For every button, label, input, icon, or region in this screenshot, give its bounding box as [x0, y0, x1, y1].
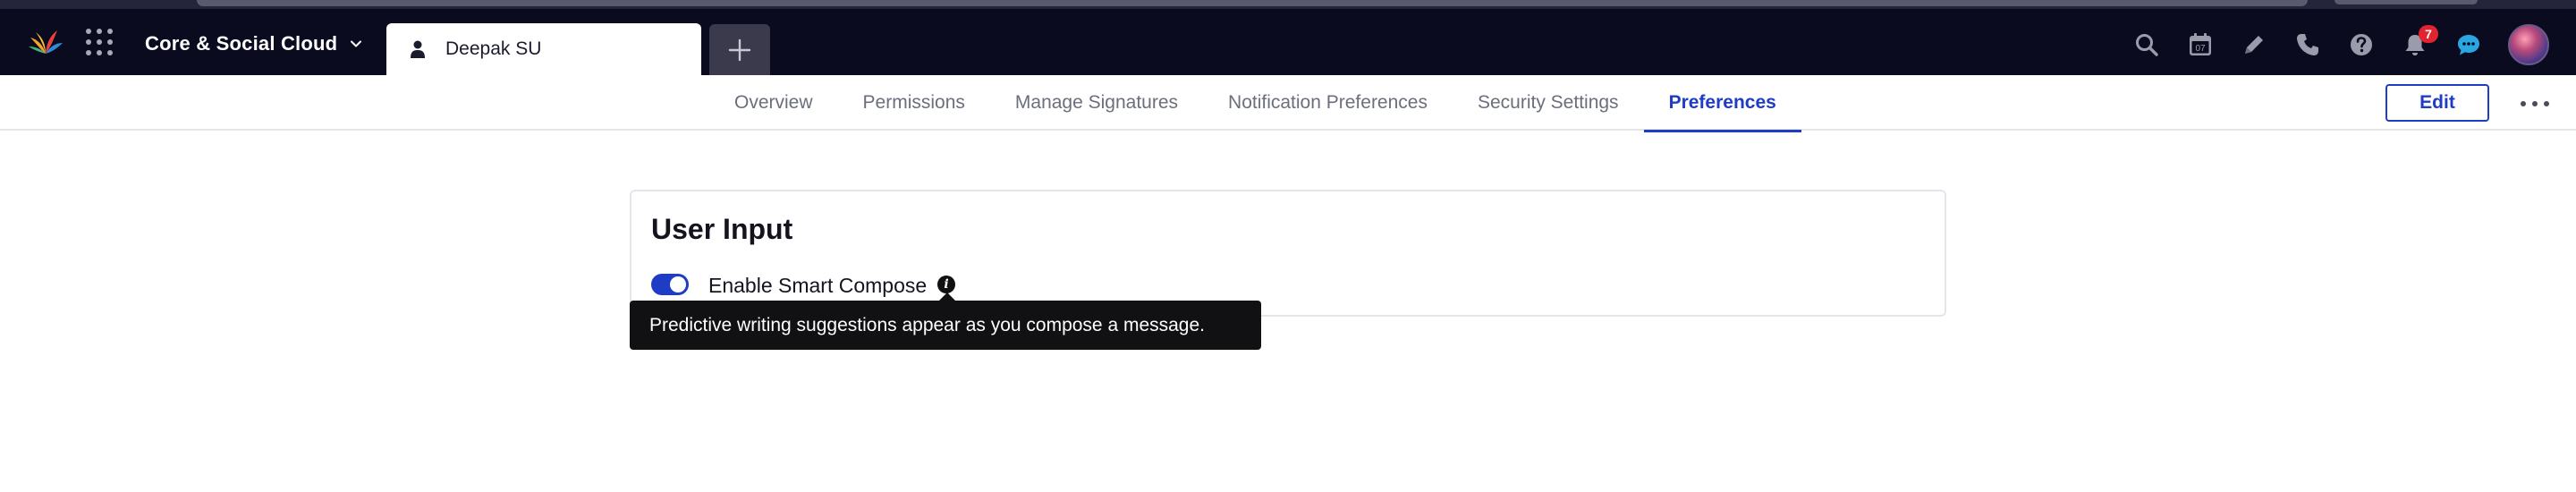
notification-badge: 7 — [2419, 25, 2438, 43]
tab-deepak-su[interactable]: Deepak SU — [386, 23, 701, 75]
profile-subnav: Overview Permissions Manage Signatures N… — [0, 75, 2576, 132]
tab-manage-signatures[interactable]: Manage Signatures — [990, 75, 1203, 131]
smart-compose-label: Enable Smart Compose — [708, 274, 928, 297]
tab-permissions[interactable]: Permissions — [838, 75, 990, 131]
compose-button[interactable] — [2227, 25, 2281, 64]
chevron-down-icon — [351, 40, 362, 47]
edit-button[interactable]: Edit — [2385, 84, 2489, 122]
user-avatar[interactable] — [2508, 24, 2549, 65]
notifications-button[interactable]: 7 — [2388, 25, 2442, 64]
section-title: User Input — [651, 213, 793, 245]
help-icon — [2351, 34, 2372, 55]
plus-icon — [728, 38, 751, 61]
svg-text:07: 07 — [2195, 44, 2206, 54]
pencil-icon — [2245, 36, 2263, 54]
tab-notification-preferences[interactable]: Notification Preferences — [1203, 75, 1453, 131]
app-launcher-icon[interactable] — [86, 29, 113, 55]
subnav-tabs: Overview Permissions Manage Signatures N… — [709, 75, 1802, 132]
tab-preferences[interactable]: Preferences — [1643, 75, 1802, 132]
user-input-card: User Input Enable Smart Compose i — [630, 190, 1946, 317]
info-icon[interactable]: i — [937, 276, 955, 293]
smart-compose-toggle[interactable] — [651, 274, 689, 295]
help-button[interactable] — [2334, 25, 2388, 64]
smart-compose-tooltip: Predictive writing suggestions appear as… — [630, 293, 1261, 350]
add-tab-button[interactable] — [709, 24, 770, 75]
workspace-label: Core & Social Cloud — [145, 32, 338, 55]
phone-icon — [2297, 34, 2318, 55]
chat-button[interactable] — [2442, 25, 2496, 64]
workspace-switcher[interactable]: Core & Social Cloud — [145, 30, 362, 57]
phone-button[interactable] — [2281, 25, 2334, 64]
browser-scroll-strip — [0, 0, 2576, 9]
tab-security-settings[interactable]: Security Settings — [1453, 75, 1644, 131]
tab-overview[interactable]: Overview — [709, 75, 838, 131]
scroll-thumb[interactable] — [197, 0, 2308, 6]
search-icon — [2136, 34, 2158, 56]
more-options-icon[interactable] — [2521, 95, 2549, 113]
scroll-thumb-secondary[interactable] — [2334, 0, 2478, 4]
calendar-icon: 07 — [2190, 33, 2211, 55]
tab-label: Deepak SU — [445, 38, 542, 59]
calendar-button[interactable]: 07 — [2174, 25, 2227, 64]
brand-logo-icon[interactable] — [27, 27, 64, 57]
search-button[interactable] — [2120, 25, 2174, 64]
chat-icon — [2458, 35, 2479, 55]
tooltip-arrow — [939, 293, 955, 301]
person-icon — [411, 40, 425, 58]
top-bar: Core & Social Cloud Deepak SU 07 7 — [0, 0, 2576, 75]
header-actions: 07 7 — [2120, 24, 2549, 65]
tooltip-text: Predictive writing suggestions appear as… — [649, 314, 1205, 335]
toggle-knob — [670, 276, 686, 293]
